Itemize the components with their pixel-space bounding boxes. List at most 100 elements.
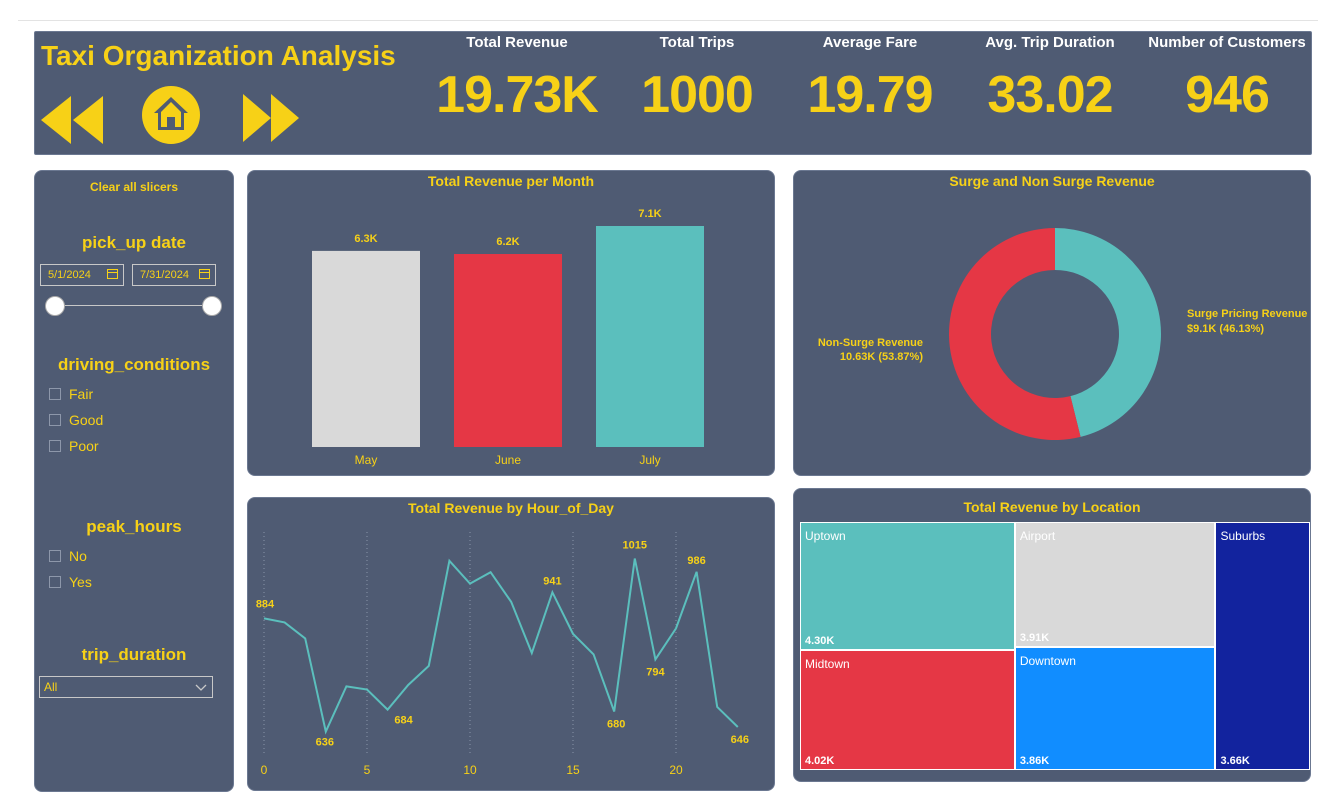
option-label: No	[69, 548, 87, 564]
slice-value-label: $9.1K (46.13%)	[1187, 323, 1264, 335]
option-label: Yes	[69, 574, 92, 590]
bar	[312, 250, 420, 447]
kpi-number-of-customers: Number of Customers 946	[1143, 32, 1311, 125]
end-date-value: 7/31/2024	[140, 269, 189, 281]
treemap-tile-airport[interactable]: Airport 3.91K	[1014, 522, 1216, 647]
option-label: Fair	[69, 386, 94, 402]
bar-data-label: 6.3K	[354, 233, 377, 245]
end-date-input[interactable]: 7/31/2024	[132, 264, 216, 286]
treemap-tile-midtown[interactable]: Midtown 4.02K	[800, 650, 1015, 770]
surge-revenue-chart: Surge and Non Surge Revenue Surge Pricin…	[793, 170, 1311, 476]
bar	[596, 226, 704, 447]
bar-chart-svg: 6.3K May 6.2K June 7.1K July	[312, 208, 704, 467]
kpi-label: Total Revenue	[466, 34, 568, 51]
tile-label: Airport	[1019, 529, 1056, 543]
kpi-value: 19.73K	[436, 66, 599, 124]
range-start-handle[interactable]	[45, 296, 65, 316]
home-button[interactable]	[141, 85, 201, 150]
kpi-total-revenue: Total Revenue 19.73K	[427, 32, 607, 125]
checkbox-good[interactable]: Good	[49, 412, 103, 430]
tile-label: Uptown	[805, 529, 846, 543]
line-data-label: 794	[646, 666, 665, 678]
line-data-label: 1015	[623, 540, 647, 552]
line-data-label: 986	[687, 555, 705, 567]
kpi-value: 33.02	[987, 66, 1113, 124]
kpi-average-fare: Average Fare 19.79	[790, 32, 950, 125]
line-data-label: 684	[394, 715, 413, 727]
checkbox-icon[interactable]	[49, 414, 61, 426]
checkbox-no[interactable]: No	[49, 548, 87, 566]
kpi-total-trips: Total Trips 1000	[617, 32, 777, 125]
x-tick-label: July	[639, 453, 660, 467]
revenue-by-location-chart: Total Revenue by Location Uptown 4.30K Mid…	[793, 488, 1311, 782]
calendar-icon[interactable]	[199, 269, 210, 279]
donut-chart-svg: Surge Pricing Revenue $9.1K (46.13%) Non-S…	[818, 228, 1307, 440]
tile-label: Midtown	[805, 657, 850, 672]
checkbox-fair[interactable]: Fair	[49, 386, 93, 404]
start-date-value: 5/1/2024	[48, 269, 91, 281]
x-tick-label: May	[355, 453, 378, 467]
kpi-label: Average Fare	[822, 34, 918, 51]
x-tick-label: 20	[669, 763, 683, 777]
kpi-label: Number of Customers	[1148, 34, 1306, 51]
checkbox-icon[interactable]	[49, 550, 61, 562]
clear-all-slicers-button[interactable]: Clear all slicers	[35, 180, 233, 194]
tile-value: 4.30K	[805, 635, 835, 648]
line-data-label: 636	[316, 737, 334, 749]
start-date-input[interactable]: 5/1/2024	[40, 264, 124, 286]
treemap-tile-downtown[interactable]: Downtown 3.86K	[1014, 646, 1216, 770]
checkbox-poor[interactable]: Poor	[49, 438, 99, 456]
checkbox-icon[interactable]	[49, 576, 61, 588]
kpi-value: 1000	[641, 66, 754, 124]
treemap-tile-suburbs[interactable]: Suburbs 3.66K	[1215, 522, 1310, 770]
checkbox-icon[interactable]	[49, 388, 61, 400]
pickup-date-title: pick_up date	[82, 233, 186, 252]
revenue-per-month-chart: Total Revenue per Month 6.3K May 6.2K June 7…	[247, 170, 775, 476]
trip-duration-title: trip_duration	[81, 645, 187, 664]
chevron-down-icon	[195, 684, 207, 691]
line-data-label: 884	[256, 598, 275, 610]
driving-conditions-title: driving_conditions	[57, 355, 211, 374]
line-data-label: 941	[543, 575, 561, 587]
option-label: Good	[69, 412, 104, 428]
date-range-track[interactable]	[55, 305, 211, 306]
slice-value-label: 10.63K (53.87%)	[840, 351, 923, 363]
x-tick-label: 5	[364, 763, 371, 777]
checkbox-yes[interactable]: Yes	[49, 574, 92, 592]
x-tick-label: June	[495, 453, 521, 467]
previous-page-button[interactable]	[39, 94, 103, 149]
treemap-tile-uptown[interactable]: Uptown 4.30K	[800, 522, 1015, 651]
chart-title: Total Revenue by Location	[963, 499, 1141, 515]
next-page-button[interactable]	[241, 92, 301, 147]
line-series	[263, 558, 739, 735]
kpi-label: Total Trips	[659, 34, 735, 51]
x-tick-label: 15	[566, 763, 580, 777]
tile-value: 4.02K	[805, 754, 835, 767]
page-title: Taxi Organization Analysis	[41, 40, 396, 71]
tile-value: 3.86K	[1019, 754, 1050, 767]
tile-value: 3.66K	[1220, 755, 1250, 767]
peak-hours-title: peak_hours	[86, 517, 182, 536]
slice-name-label: Non-Surge Revenue	[818, 337, 923, 349]
tile-label: Suburbs	[1220, 529, 1266, 543]
option-label: Poor	[69, 438, 99, 454]
trip-duration-dropdown[interactable]: All	[39, 676, 213, 698]
revenue-by-hour-chart: Total Revenue by Hour_of_Day 0 5 10 15 20 884…	[247, 497, 775, 791]
header-banner: Taxi Organization Analysis Total Revenue…	[34, 31, 1312, 155]
calendar-icon[interactable]	[107, 269, 118, 279]
kpi-label: Avg. Trip Duration	[985, 34, 1115, 51]
line-chart-svg: 0 5 10 15 208846366849416801015794986646	[256, 532, 749, 777]
rewind-icon	[41, 96, 103, 144]
tile-value: 3.91K	[1019, 631, 1050, 644]
slice-name-label: Surge Pricing Revenue	[1187, 308, 1307, 320]
treemap-area: Uptown 4.30K Midtown 4.02K Airport 3.91K Downt…	[800, 522, 1310, 770]
dropdown-value: All	[44, 680, 58, 694]
window-top-strip	[18, 0, 1318, 21]
slicer-panel: Clear all slicers pick_up date 5/1/2024 …	[34, 170, 234, 792]
kpi-value: 19.79	[807, 66, 933, 124]
line-data-label: 680	[607, 718, 625, 730]
checkbox-icon[interactable]	[49, 440, 61, 452]
range-end-handle[interactable]	[202, 296, 222, 316]
bar	[454, 254, 562, 447]
x-tick-label: 0	[261, 763, 268, 777]
